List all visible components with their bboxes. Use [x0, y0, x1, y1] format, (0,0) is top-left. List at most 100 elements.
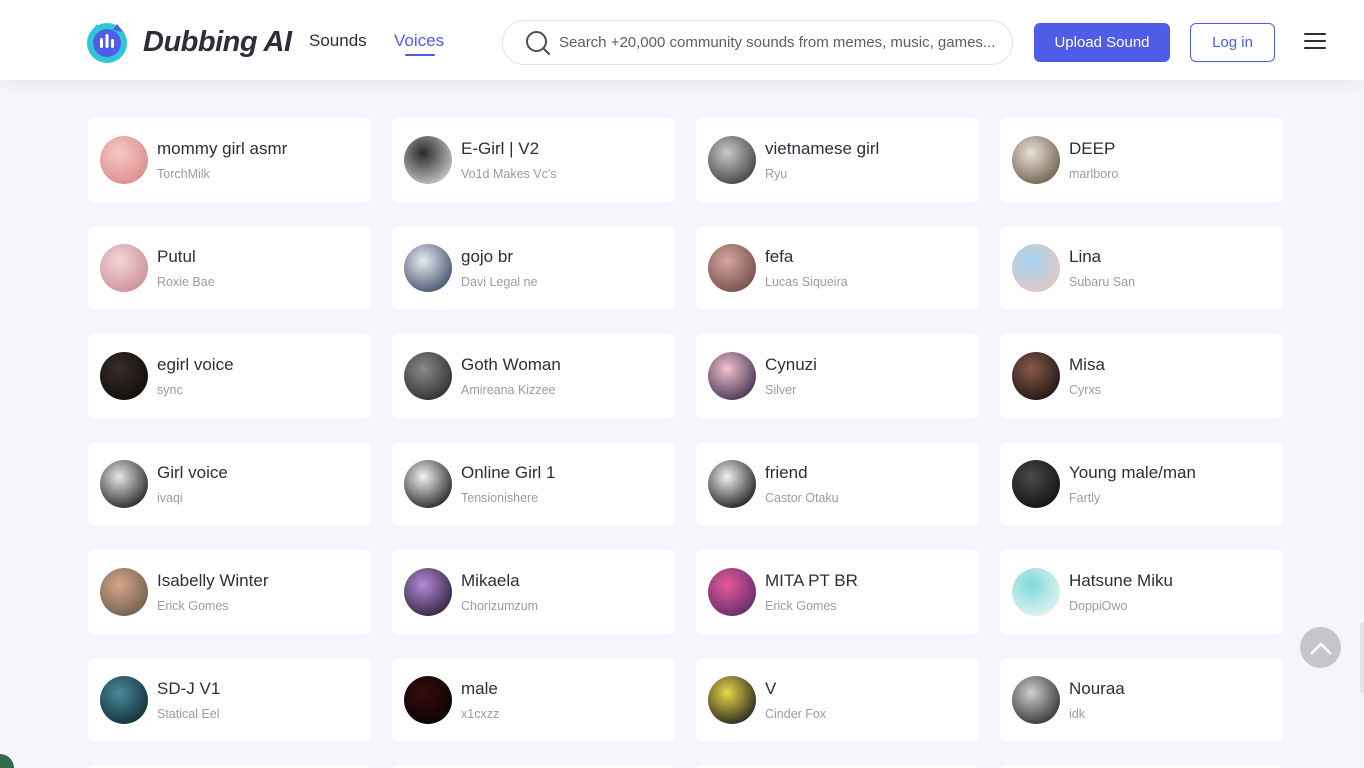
scroll-to-top-button[interactable]	[1300, 627, 1341, 668]
voice-title: gojo br	[461, 247, 513, 266]
voice-title: friend	[765, 463, 808, 482]
voice-author: sync	[157, 383, 183, 397]
voice-card-text: V Cinder Fox	[765, 679, 826, 721]
voice-card[interactable]: Young male/man Fartly	[1000, 442, 1283, 526]
voice-author: Cinder Fox	[765, 707, 827, 721]
voice-author: marlboro	[1069, 167, 1119, 181]
voice-title: V	[765, 679, 777, 698]
voice-author: Roxie Bae	[157, 275, 215, 289]
voice-title: Young male/man	[1069, 463, 1196, 482]
search-bar[interactable]	[502, 20, 1013, 65]
voice-author: Subaru San	[1069, 275, 1136, 289]
voice-card[interactable]: male x1cxzz	[392, 658, 675, 742]
voice-avatar	[100, 568, 148, 616]
voice-avatar	[1012, 136, 1060, 184]
voice-author: Chorizumzum	[461, 599, 539, 613]
voice-avatar	[708, 568, 756, 616]
search-icon	[526, 30, 550, 55]
nav-sounds-link[interactable]: Sounds	[309, 31, 367, 51]
voice-card[interactable]: Nouraa idk	[1000, 658, 1283, 742]
voice-card[interactable]: fefa Lucas Siqueira	[696, 226, 979, 310]
voice-card[interactable]: SD-J V1 Statical Eel	[88, 658, 371, 742]
voice-card-text: gojo br Davi Legal ne	[461, 247, 537, 289]
voice-card[interactable]: friend Castor Otaku	[696, 442, 979, 526]
voice-grid: mommy girl asmr TorchMilk E-Girl | V2 Vo…	[88, 118, 1283, 742]
voice-author: idk	[1069, 707, 1085, 721]
nav-voices-link[interactable]: Voices	[394, 31, 444, 51]
voice-author: Erick Gomes	[765, 599, 837, 613]
nav-active-indicator	[405, 54, 435, 56]
voice-card-text: Young male/man Fartly	[1069, 463, 1196, 505]
voice-card-text: Goth Woman Amireana Kizzee	[461, 355, 561, 397]
chevron-up-icon	[1310, 642, 1331, 654]
voice-avatar	[708, 676, 756, 724]
voice-card-text: friend Castor Otaku	[765, 463, 839, 505]
voice-avatar	[404, 460, 452, 508]
voice-avatar	[708, 136, 756, 184]
voice-card-text: Hatsune Miku DoppiOwo	[1069, 571, 1173, 613]
voice-card[interactable]: DEEP marlboro	[1000, 118, 1283, 202]
voice-author: Ryu	[765, 167, 788, 181]
side-drawer-tab[interactable]	[1360, 622, 1364, 694]
voice-card[interactable]: gojo br Davi Legal ne	[392, 226, 675, 310]
voice-card[interactable]: Lina Subaru San	[1000, 226, 1283, 310]
voice-card-text: MITA PT BR Erick Gomes	[765, 571, 858, 613]
voice-avatar	[404, 568, 452, 616]
voice-card-text: vietnamese girl Ryu	[765, 139, 879, 181]
top-header: Dubbing AI Sounds Voices Upload Sound Lo…	[0, 0, 1364, 80]
voice-card[interactable]: Cynuzi Silver	[696, 334, 979, 418]
voice-card-text: SD-J V1 Statical Eel	[157, 679, 220, 721]
voice-avatar	[708, 352, 756, 400]
voice-author: x1cxzz	[461, 707, 500, 721]
voice-card[interactable]: Goth Woman Amireana Kizzee	[392, 334, 675, 418]
voice-card[interactable]: Online Girl 1 Tensionishere	[392, 442, 675, 526]
voice-card[interactable]: Putul Roxie Bae	[88, 226, 371, 310]
hamburger-menu-icon[interactable]	[1302, 30, 1328, 54]
voice-title: Goth Woman	[461, 355, 561, 374]
brand-name: Dubbing AI	[143, 25, 292, 58]
voice-card[interactable]: Girl voice ivaqi	[88, 442, 371, 526]
voice-card-text: egirl voice sync	[157, 355, 234, 397]
voice-card[interactable]: Hatsune Miku DoppiOwo	[1000, 550, 1283, 634]
voice-card-text: E-Girl | V2 Vo1d Makes Vc's	[461, 139, 557, 181]
voice-card[interactable]: vietnamese girl Ryu	[696, 118, 979, 202]
voice-author: Cyrxs	[1069, 383, 1101, 397]
search-input[interactable]	[559, 34, 1009, 51]
log-in-button[interactable]: Log in	[1190, 23, 1275, 62]
voice-card-text: Cynuzi Silver	[765, 355, 817, 397]
voice-avatar	[1012, 676, 1060, 724]
voice-author: Amireana Kizzee	[461, 383, 556, 397]
voice-card-text: Online Girl 1 Tensionishere	[461, 463, 555, 505]
voice-avatar	[708, 244, 756, 292]
voice-title: E-Girl | V2	[461, 139, 540, 158]
voice-card[interactable]: Isabelly Winter Erick Gomes	[88, 550, 371, 634]
voice-author: DoppiOwo	[1069, 599, 1128, 613]
voice-card[interactable]: egirl voice sync	[88, 334, 371, 418]
upload-sound-button[interactable]: Upload Sound	[1034, 23, 1170, 62]
voice-avatar	[100, 244, 148, 292]
voice-card[interactable]: V Cinder Fox	[696, 658, 979, 742]
voice-avatar	[404, 244, 452, 292]
voice-avatar	[404, 136, 452, 184]
voice-title: Girl voice	[157, 463, 228, 482]
voice-author: Tensionishere	[461, 491, 539, 505]
voice-title: Lina	[1069, 247, 1102, 266]
voice-card[interactable]: Misa Cyrxs	[1000, 334, 1283, 418]
voice-card[interactable]: MITA PT BR Erick Gomes	[696, 550, 979, 634]
voice-card[interactable]: mommy girl asmr TorchMilk	[88, 118, 371, 202]
voice-author: TorchMilk	[157, 167, 210, 181]
voice-avatar	[708, 460, 756, 508]
voice-avatar	[100, 676, 148, 724]
voice-author: Vo1d Makes Vc's	[461, 167, 557, 181]
voice-author: Fartly	[1069, 491, 1101, 505]
voice-title: Cynuzi	[765, 355, 817, 374]
voice-card-text: Lina Subaru San	[1069, 247, 1135, 289]
voice-title: Nouraa	[1069, 679, 1125, 698]
voice-avatar	[1012, 352, 1060, 400]
brand-logo[interactable]: Dubbing AI	[85, 20, 292, 64]
voice-card[interactable]: Mikaela Chorizumzum	[392, 550, 675, 634]
voice-author: Lucas Siqueira	[765, 275, 848, 289]
voice-title: egirl voice	[157, 355, 234, 374]
voice-title: Hatsune Miku	[1069, 571, 1173, 590]
voice-card[interactable]: E-Girl | V2 Vo1d Makes Vc's	[392, 118, 675, 202]
